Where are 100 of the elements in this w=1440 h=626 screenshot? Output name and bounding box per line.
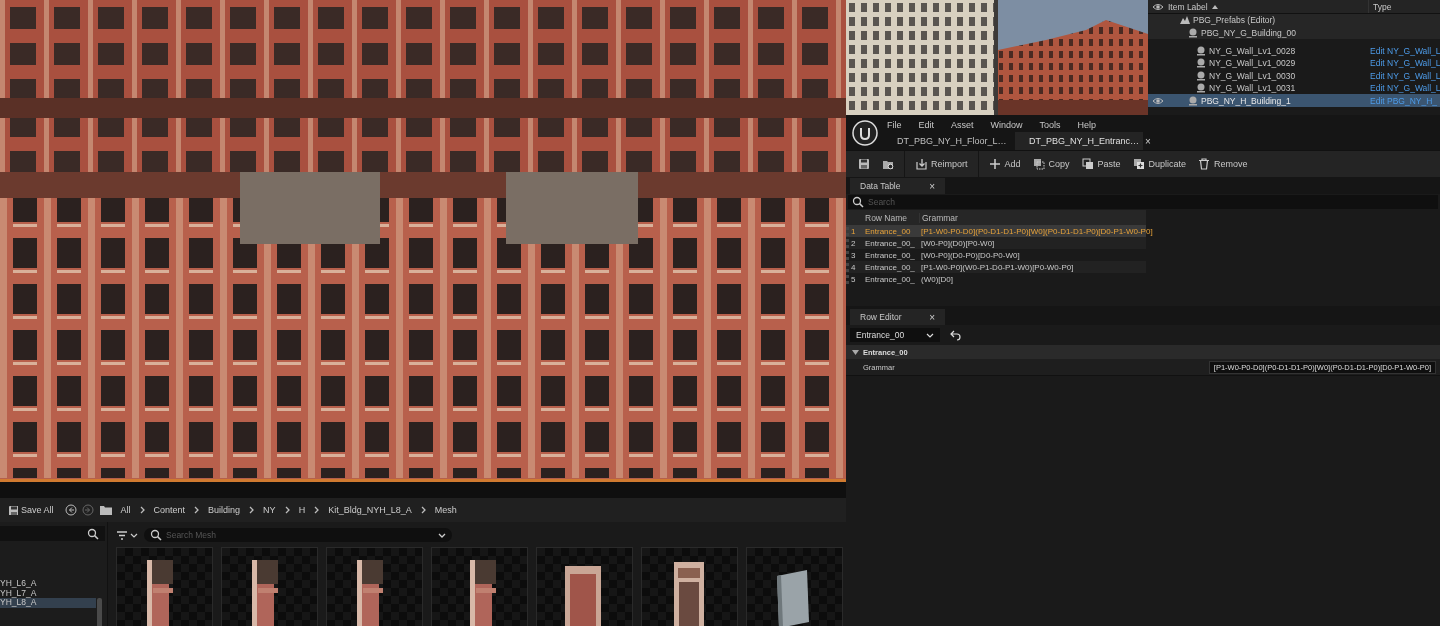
chevron-icon[interactable] <box>313 506 321 514</box>
tab-label: Data Table <box>860 181 901 191</box>
floppy-icon <box>8 505 18 515</box>
edit-link[interactable]: Edit NY_G_Wall_L <box>1370 45 1440 56</box>
sphere-icon <box>1196 70 1206 81</box>
panel-tab[interactable]: Row Editor × <box>850 309 945 325</box>
document-tab[interactable]: DT_PBG_NY_H_Floor_L… <box>883 132 1011 150</box>
chevron-icon[interactable] <box>248 506 256 514</box>
plus-icon <box>988 158 1001 170</box>
breadcrumb[interactable]: H <box>295 505 309 515</box>
filter-icon <box>116 529 128 541</box>
chevron-icon[interactable] <box>138 506 146 514</box>
row-number: 5 <box>851 274 856 284</box>
reimport-icon <box>915 158 927 170</box>
table-row[interactable]: 2 Entrance_00_ [W0-P0](D0)[P0-W0] <box>846 237 1146 249</box>
search-input[interactable]: Search <box>868 197 1408 207</box>
trash-icon <box>1198 158 1211 170</box>
sphere-icon <box>1196 45 1206 56</box>
sphere-icon <box>1196 83 1206 94</box>
menu-item[interactable]: File <box>887 120 902 130</box>
table-cell: (W0)[D0] <box>921 274 953 284</box>
outliner-row[interactable]: NY_G_Wall_Lv1_0030 Edit NY_G_Wall_L <box>1148 69 1440 82</box>
chevron-icon[interactable] <box>193 506 201 514</box>
table-cell: Entrance_00_ <box>865 262 915 272</box>
breadcrumb[interactable]: Mesh <box>431 505 460 515</box>
outliner-row[interactable]: NY_G_Wall_Lv1_0031 Edit NY_G_Wall_L <box>1148 81 1440 95</box>
search-icon <box>852 196 864 208</box>
item-label: NY_G_Wall_Lv1_0031 <box>1209 83 1296 94</box>
toolbar-button[interactable]: Reimport <box>909 153 974 175</box>
chevron-icon[interactable] <box>283 506 291 514</box>
scrollbar[interactable] <box>97 598 102 626</box>
breadcrumb[interactable]: Content <box>150 505 189 515</box>
caret-icon <box>438 532 446 538</box>
back-icon[interactable] <box>64 504 77 516</box>
column-header[interactable]: Type <box>1373 1 1392 12</box>
toolbar-button[interactable]: Duplicate <box>1126 153 1193 175</box>
close-button[interactable]: × <box>1145 135 1151 147</box>
table-row[interactable]: 5 Entrance_00_ (W0)[D0] <box>846 273 1146 285</box>
outliner-row[interactable]: PBG_NY_G_Building_00 <box>1148 26 1440 39</box>
breadcrumb[interactable]: Building <box>205 505 244 515</box>
folder-item[interactable]: YH_L7_A <box>0 588 96 599</box>
logo-icon[interactable] <box>851 119 878 146</box>
edit-link[interactable]: Edit NY_G_Wall_L <box>1370 58 1440 69</box>
paste-icon <box>1081 158 1094 170</box>
table-cell: Entrance_00_ <box>865 274 915 284</box>
table-row[interactable]: 4 Entrance_00_ [P1-W0-P0](W0-P1-D0-P1-W0)[P0-W0-P0] <box>846 261 1146 273</box>
search-input[interactable]: Search Mesh <box>166 530 434 540</box>
menu-item[interactable]: Help <box>1077 120 1097 130</box>
toolbar-button[interactable]: Copy <box>1026 153 1076 175</box>
triangle-icon <box>852 349 859 355</box>
breadcrumb[interactable]: All <box>117 505 134 515</box>
table-cell: [W0-P0](D0-P0)[D0-P0-W0] <box>921 250 1020 260</box>
toolbar-button[interactable]: Remove <box>1192 153 1254 175</box>
menu-item[interactable]: Tools <box>1039 120 1061 130</box>
item-label: PBG_NY_H_Building_1 <box>1201 95 1291 106</box>
column-header[interactable]: Grammar <box>922 212 958 223</box>
search-field[interactable] <box>0 526 105 541</box>
toolbar-button[interactable]: Add <box>982 153 1027 175</box>
outliner-row[interactable]: PBG_NY_H_Building_1 Edit PBG_NY_H_ <box>1148 94 1440 107</box>
sort-arrow-icon[interactable] <box>1210 3 1219 10</box>
item-label: PBG_Prefabs (Editor) <box>1193 15 1276 26</box>
toolbar-button[interactable]: Paste <box>1075 153 1127 175</box>
column-header[interactable]: Row Name <box>865 212 908 223</box>
caret-icon <box>130 532 138 538</box>
sphere-icon <box>1196 58 1206 69</box>
row-dropdown[interactable]: Entrance_00 <box>850 328 940 342</box>
close-button[interactable]: × <box>929 311 935 323</box>
chevron-icon[interactable] <box>419 506 427 514</box>
menu-item[interactable]: Window <box>990 120 1023 130</box>
menu-item[interactable]: Edit <box>918 120 935 130</box>
copy-icon <box>1032 158 1045 170</box>
outliner-row[interactable]: NY_G_Wall_Lv1_0029 Edit NY_G_Wall_L <box>1148 57 1440 70</box>
duplicate-icon <box>1132 158 1145 170</box>
item-label: PBG_NY_G_Building_00 <box>1201 27 1296 38</box>
edit-link[interactable]: Edit NY_G_Wall_L <box>1370 83 1440 94</box>
menu-item[interactable]: Asset <box>951 120 974 130</box>
sphere-icon <box>1188 95 1198 106</box>
panel-tab[interactable]: Data Table × <box>850 178 945 194</box>
column-header[interactable]: Item Label <box>1168 1 1208 12</box>
filter-button[interactable] <box>116 529 138 541</box>
save-all-button[interactable]: Save All <box>6 505 60 515</box>
eye-icon[interactable] <box>1152 95 1164 106</box>
eye-icon[interactable] <box>1152 1 1164 12</box>
sphere-icon <box>1188 27 1198 38</box>
breadcrumb[interactable]: Kit_Bldg_NYH_L8_A <box>325 505 415 515</box>
row-number: 3 <box>851 250 856 260</box>
outliner-row[interactable]: PBG_Prefabs (Editor) <box>1148 14 1440 27</box>
table-cell: Entrance_00_ <box>865 238 915 248</box>
search-field[interactable]: Search <box>848 195 1438 209</box>
item-label: NY_G_Wall_Lv1_0029 <box>1209 58 1296 69</box>
close-button[interactable]: × <box>929 180 935 192</box>
folder-icon[interactable] <box>98 504 113 516</box>
outliner-row[interactable]: NY_G_Wall_Lv1_0028 Edit NY_G_Wall_L <box>1148 44 1440 58</box>
folder-item[interactable]: YH_L6_A <box>0 579 96 589</box>
folder-item[interactable]: YH_L8_A <box>0 598 96 608</box>
undo-icon[interactable] <box>950 329 961 341</box>
search-icon <box>150 529 162 541</box>
edit-link[interactable]: Edit NY_G_Wall_L <box>1370 70 1440 81</box>
search-field[interactable]: Search Mesh <box>144 528 452 542</box>
breadcrumb[interactable]: NY <box>260 505 279 515</box>
